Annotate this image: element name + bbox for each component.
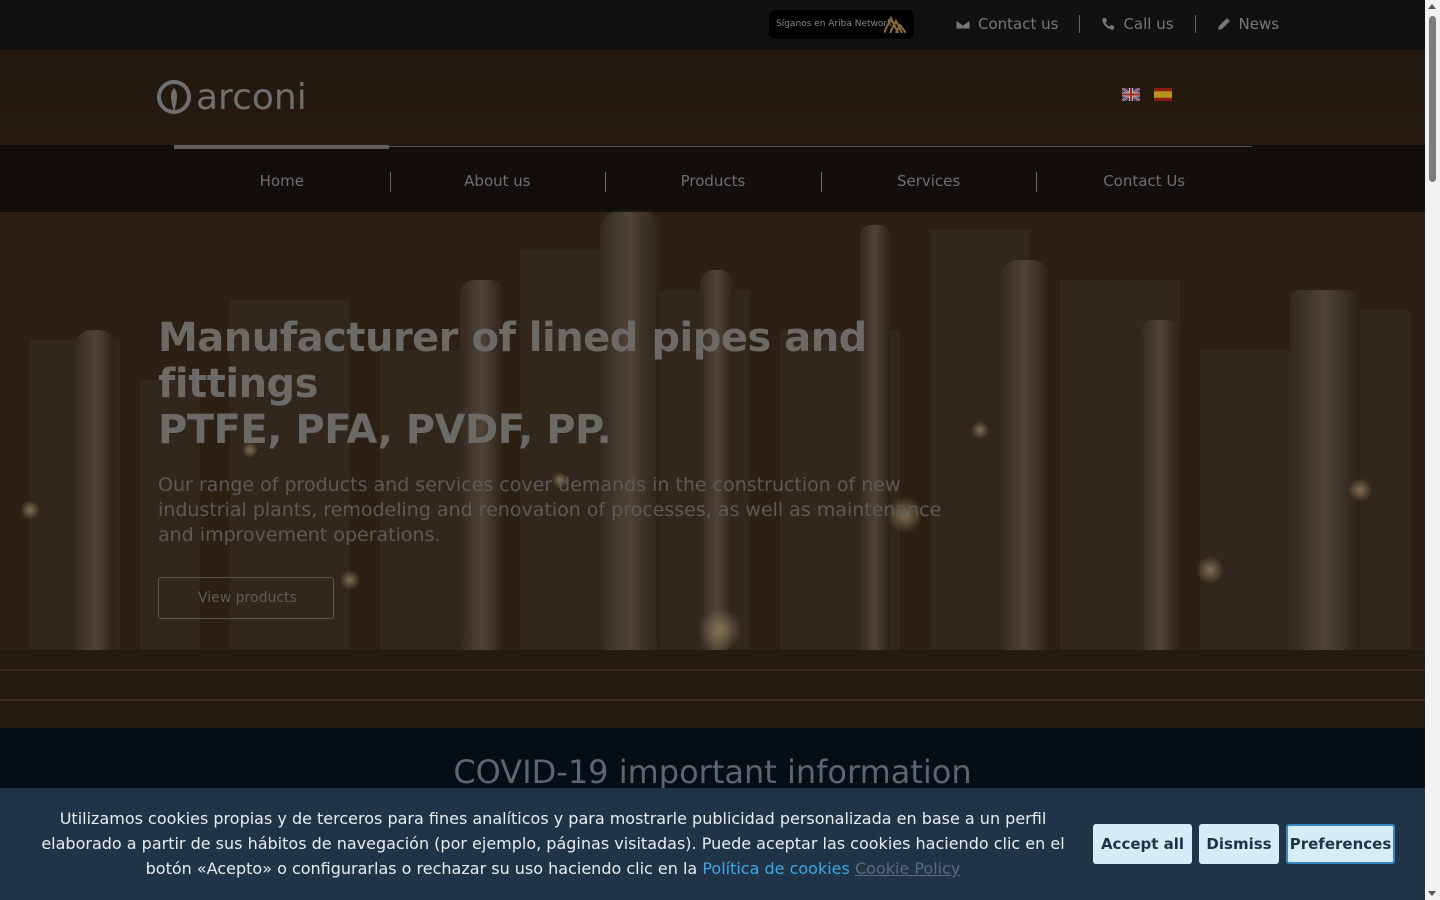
hero-content: Manufacturer of lined pipes and fittings… xyxy=(158,315,978,619)
view-products-button[interactable]: View products xyxy=(158,577,334,619)
scroll-up-icon[interactable] xyxy=(1428,4,1436,9)
site-logo[interactable]: arconi xyxy=(156,80,307,116)
contact-us-label: Contact us xyxy=(978,15,1059,33)
top-links: Contact us Call us News xyxy=(956,14,1279,34)
nav-item-products[interactable]: Products xyxy=(605,167,821,195)
nav-item-contact-us[interactable]: Contact Us xyxy=(1036,167,1252,195)
ariba-label: Síganos en Ariba Network xyxy=(776,19,893,29)
hero-section: arconi Home About us Products Services C… xyxy=(0,50,1425,728)
hero-title: Manufacturer of lined pipes and fittings… xyxy=(158,315,978,453)
spain-flag-icon[interactable] xyxy=(1154,88,1172,101)
nav-active-indicator xyxy=(174,145,389,149)
preferences-button[interactable]: Preferences xyxy=(1286,824,1395,864)
language-selector xyxy=(1122,88,1172,101)
ariba-logo-icon xyxy=(884,16,906,33)
scrollbar-thumb[interactable] xyxy=(1429,16,1436,182)
page-scrollbar[interactable] xyxy=(1425,0,1440,900)
dismiss-button[interactable]: Dismiss xyxy=(1199,824,1279,864)
cookie-policy-link[interactable]: Política de cookies xyxy=(702,859,850,878)
accept-all-button[interactable]: Accept all xyxy=(1093,824,1192,864)
covid-title: COVID-19 important information xyxy=(453,753,972,791)
arconi-logo-icon xyxy=(157,80,191,114)
call-us-link[interactable]: Call us xyxy=(1101,15,1174,33)
envelope-icon xyxy=(956,19,970,30)
call-us-label: Call us xyxy=(1123,15,1174,33)
nav-item-services[interactable]: Services xyxy=(820,167,1037,195)
cookie-banner: Utilizamos cookies propias y de terceros… xyxy=(0,788,1425,900)
hero-title-line-1: Manufacturer of lined pipes and fittings xyxy=(158,315,867,407)
nav-item-about-us[interactable]: About us xyxy=(389,167,606,195)
top-bar: Síganos en Ariba Network Contact us Call… xyxy=(0,0,1425,50)
contact-us-link[interactable]: Contact us xyxy=(956,15,1058,33)
main-navigation: Home About us Products Services Contact … xyxy=(0,145,1425,212)
logo-text: arconi xyxy=(196,77,307,118)
hero-title-line-2: PTFE, PFA, PVDF, PP. xyxy=(158,407,612,453)
pencil-icon xyxy=(1217,18,1230,30)
uk-flag-icon[interactable] xyxy=(1122,88,1140,101)
phone-icon xyxy=(1102,18,1115,30)
news-label: News xyxy=(1238,15,1280,33)
scroll-down-icon[interactable] xyxy=(1428,891,1436,896)
news-link[interactable]: News xyxy=(1217,15,1280,33)
separator xyxy=(1194,15,1196,33)
cookie-message: Utilizamos cookies propias y de terceros… xyxy=(28,806,1078,881)
ariba-network-badge[interactable]: Síganos en Ariba Network xyxy=(769,10,914,39)
hero-subtitle: Our range of products and services cover… xyxy=(158,474,942,546)
nav-item-home[interactable]: Home xyxy=(174,167,390,195)
separator xyxy=(1079,15,1081,33)
cookie-policy-link-en[interactable]: Cookie Policy xyxy=(855,859,960,878)
